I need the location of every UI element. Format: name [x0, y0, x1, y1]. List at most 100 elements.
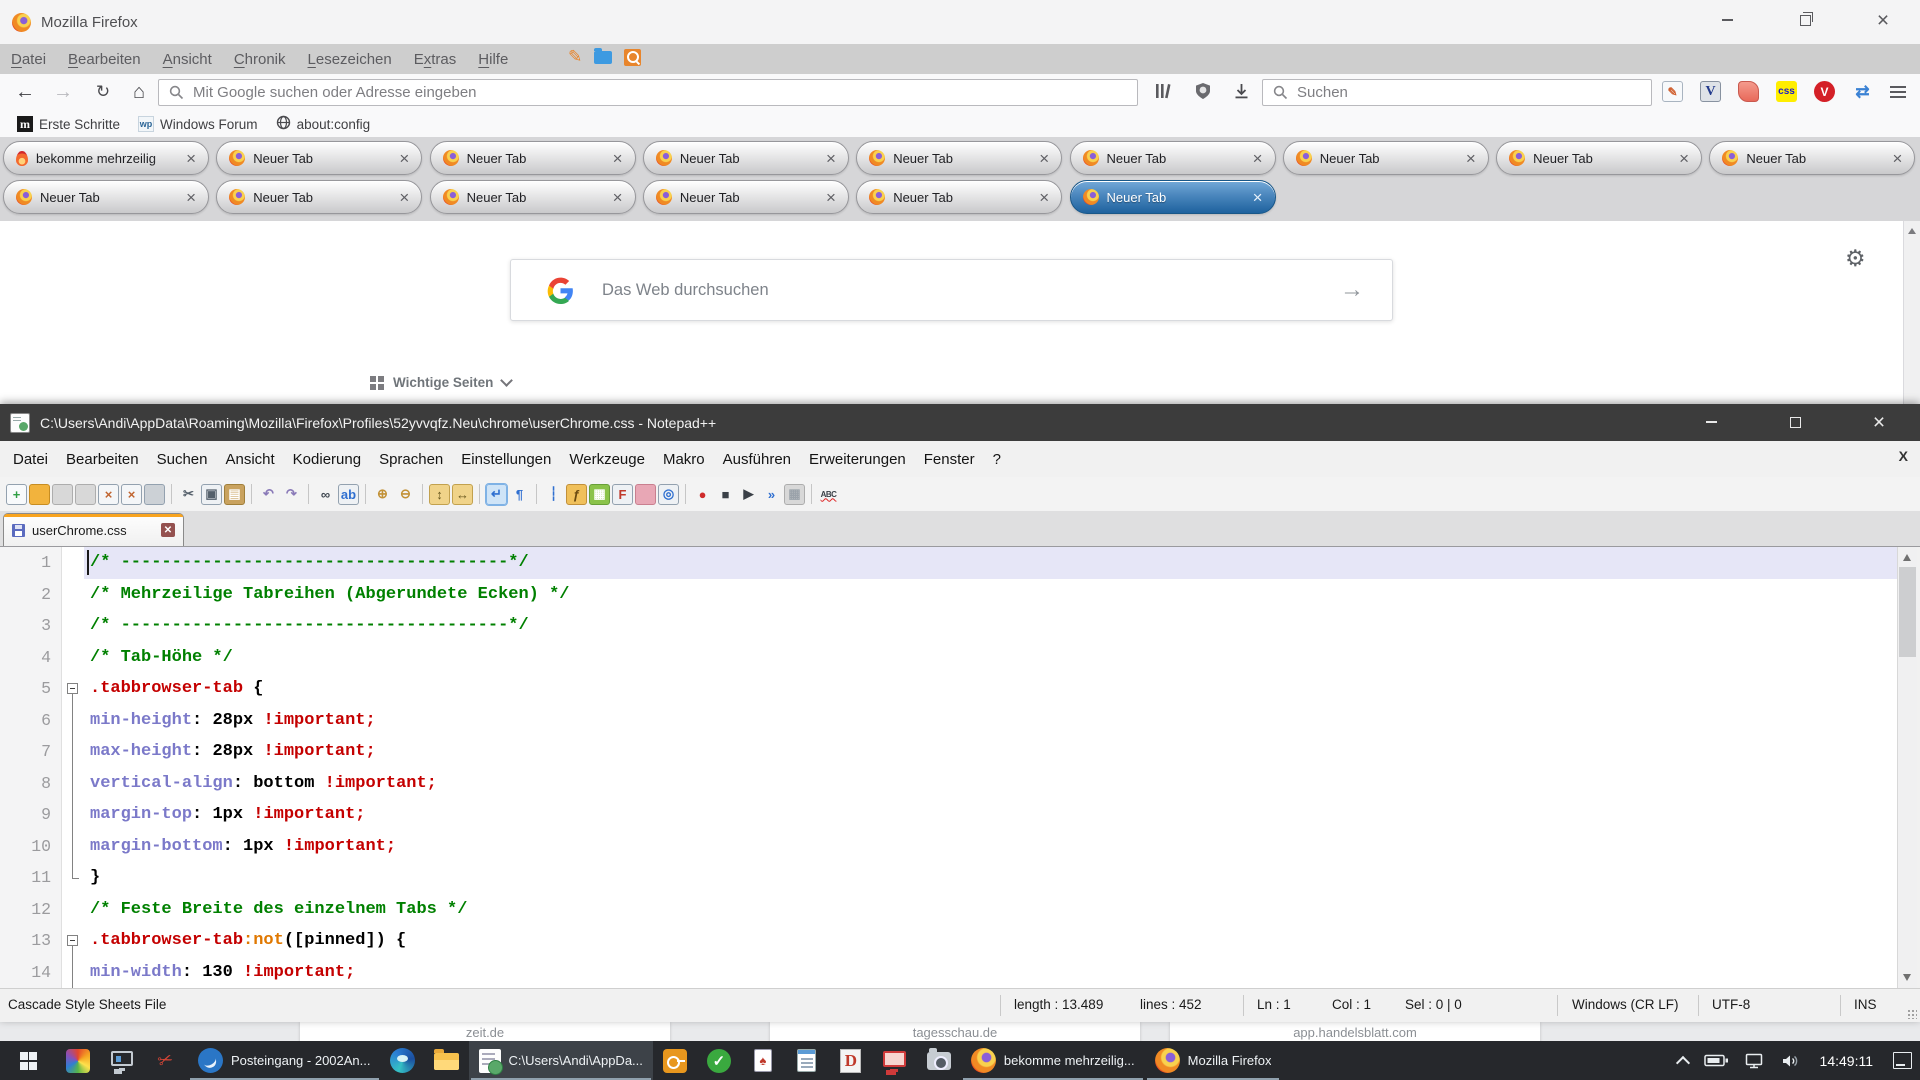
file-explorer-button[interactable] — [425, 1041, 469, 1080]
fold-collapse-icon[interactable] — [67, 935, 78, 946]
app-menu-icon[interactable] — [1890, 86, 1906, 98]
indent-guide-icon[interactable]: ┆ — [543, 484, 564, 505]
firefox-close-button[interactable]: × — [1858, 4, 1908, 36]
save-all-icon[interactable] — [75, 484, 96, 505]
browser-tab[interactable]: Neuer Tab× — [1283, 141, 1489, 175]
colorful-app-button[interactable] — [56, 1041, 100, 1080]
menu-makro[interactable]: Makro — [654, 451, 714, 468]
menu-hilfe[interactable]: Hilfe — [467, 51, 519, 68]
macro-play-icon[interactable]: ▶ — [738, 484, 759, 505]
paste-icon[interactable]: ▤ — [224, 484, 245, 505]
menu-fenster[interactable]: Fenster — [915, 451, 984, 468]
spell-check-icon[interactable]: ABC — [818, 484, 839, 505]
menu-suchen[interactable]: Suchen — [148, 451, 217, 468]
browser-tab[interactable]: Neuer Tab× — [1709, 141, 1915, 175]
tab-close-icon[interactable]: × — [399, 150, 409, 167]
menu-datei[interactable]: Datei — [4, 451, 57, 468]
tab-close-icon[interactable]: × — [1466, 150, 1476, 167]
compose-icon[interactable]: ✎ — [568, 47, 582, 67]
fold-margin[interactable] — [62, 768, 84, 800]
browser-tab-active[interactable]: Neuer Tab× — [1070, 180, 1276, 214]
macro-run-multiple-icon[interactable]: » — [761, 484, 782, 505]
tab-close-icon[interactable]: × — [826, 189, 836, 206]
notes-app-button[interactable] — [785, 1041, 829, 1080]
status-insert-mode[interactable]: INS — [1854, 997, 1877, 1012]
zoom-out-icon[interactable]: ⊖ — [395, 484, 416, 505]
menu-einstellungen[interactable]: Einstellungen — [452, 451, 560, 468]
scroll-up-icon[interactable] — [1903, 554, 1911, 561]
browser-tab[interactable]: Neuer Tab× — [216, 180, 422, 214]
tray-expand-icon[interactable] — [1670, 1041, 1696, 1080]
function-completion-icon[interactable]: ƒ — [566, 484, 587, 505]
browser-tab[interactable]: Neuer Tab× — [856, 180, 1062, 214]
tab-close-icon[interactable]: × — [1039, 150, 1049, 167]
cut-icon[interactable]: ✂ — [178, 484, 199, 505]
menu-datei[interactable]: Datei — [0, 51, 57, 68]
menu-ausfhren[interactable]: Ausführen — [714, 451, 800, 468]
folder-icon[interactable] — [594, 51, 612, 64]
snipping-tool-button[interactable]: ✂ — [144, 1041, 188, 1080]
browser-tab[interactable]: Neuer Tab× — [643, 180, 849, 214]
undo-icon[interactable]: ↶ — [258, 484, 279, 505]
fold-margin[interactable] — [62, 799, 84, 831]
document-close-icon[interactable]: ✕ — [161, 523, 175, 537]
fold-margin[interactable] — [62, 579, 84, 611]
browser-tab[interactable]: Neuer Tab× — [1070, 141, 1276, 175]
menu-bearbeiten[interactable]: Bearbeiten — [57, 51, 152, 68]
status-encoding[interactable]: UTF-8 — [1712, 997, 1750, 1012]
copy-icon[interactable]: ▣ — [201, 484, 222, 505]
status-eol-format[interactable]: Windows (CR LF) — [1572, 997, 1679, 1012]
tab-close-icon[interactable]: × — [186, 150, 196, 167]
tab-close-icon[interactable]: × — [1253, 189, 1263, 206]
menu-kodierung[interactable]: Kodierung — [284, 451, 370, 468]
tab-close-icon[interactable]: × — [186, 189, 196, 206]
page-scrollbar[interactable] — [1903, 221, 1920, 404]
close-all-files-icon[interactable]: × — [121, 484, 142, 505]
browser-tab[interactable]: Neuer Tab× — [1496, 141, 1702, 175]
menu-?[interactable]: ? — [984, 451, 1010, 468]
gear-icon[interactable]: ⚙ — [1845, 245, 1866, 272]
notepadpp-close-button[interactable]: × — [1854, 406, 1904, 438]
screenshot-tool-button[interactable] — [917, 1041, 961, 1080]
display-settings-button[interactable] — [100, 1041, 144, 1080]
script-scroll-icon[interactable] — [1738, 81, 1759, 102]
menu-ansicht[interactable]: Ansicht — [216, 451, 283, 468]
fold-margin[interactable] — [62, 957, 84, 989]
macro-save-icon[interactable]: ▦ — [784, 484, 805, 505]
antivirus-status-button[interactable]: ✓ — [697, 1041, 741, 1080]
fold-margin[interactable] — [62, 894, 84, 926]
battery-icon[interactable] — [1696, 1041, 1737, 1080]
tab-close-icon[interactable]: × — [613, 150, 623, 167]
tab-close-icon[interactable]: × — [826, 150, 836, 167]
function-list-icon[interactable]: F — [612, 484, 633, 505]
document-tab[interactable]: userChrome.css ✕ — [3, 513, 184, 546]
thunderbird-window-button[interactable]: Posteingang - 2002An... — [188, 1041, 381, 1080]
scroll-down-icon[interactable] — [1903, 974, 1911, 981]
fold-margin[interactable] — [62, 705, 84, 737]
screenshot-search-icon[interactable] — [624, 49, 641, 66]
library-icon[interactable] — [1154, 82, 1174, 100]
fold-margin[interactable] — [62, 610, 84, 642]
fold-margin[interactable] — [62, 547, 84, 579]
sync-scroll-vertical-icon[interactable]: ↕ — [429, 484, 450, 505]
volume-icon[interactable] — [1773, 1041, 1808, 1080]
editor-scrollbar[interactable] — [1897, 547, 1917, 988]
fold-collapse-icon[interactable] — [67, 683, 78, 694]
browser-tab[interactable]: Neuer Tab× — [3, 180, 209, 214]
search-bar[interactable]: Suchen — [1262, 79, 1652, 106]
notepadpp-window-button[interactable]: C:\Users\Andi\AppDa... — [469, 1041, 653, 1080]
print-icon[interactable] — [144, 484, 165, 505]
web-search-box[interactable]: Das Web durchsuchen → — [510, 259, 1393, 321]
site-tile[interactable]: zeit.de — [300, 1022, 670, 1041]
d-app-button[interactable]: D — [829, 1041, 873, 1080]
menu-extras[interactable]: Extras — [403, 51, 468, 68]
replace-icon[interactable]: ab — [338, 484, 359, 505]
fold-margin[interactable] — [62, 925, 84, 957]
bookmark-item[interactable]: about:config — [267, 115, 380, 133]
fold-margin[interactable] — [62, 642, 84, 674]
macro-stop-icon[interactable]: ■ — [715, 484, 736, 505]
browser-tab[interactable]: bekomme mehrzeilig× — [3, 141, 209, 175]
network-icon[interactable] — [1737, 1041, 1773, 1080]
greasemonkey-edit-icon[interactable]: ✎ — [1662, 81, 1683, 102]
sync-scroll-horizontal-icon[interactable]: ↔ — [452, 484, 473, 505]
